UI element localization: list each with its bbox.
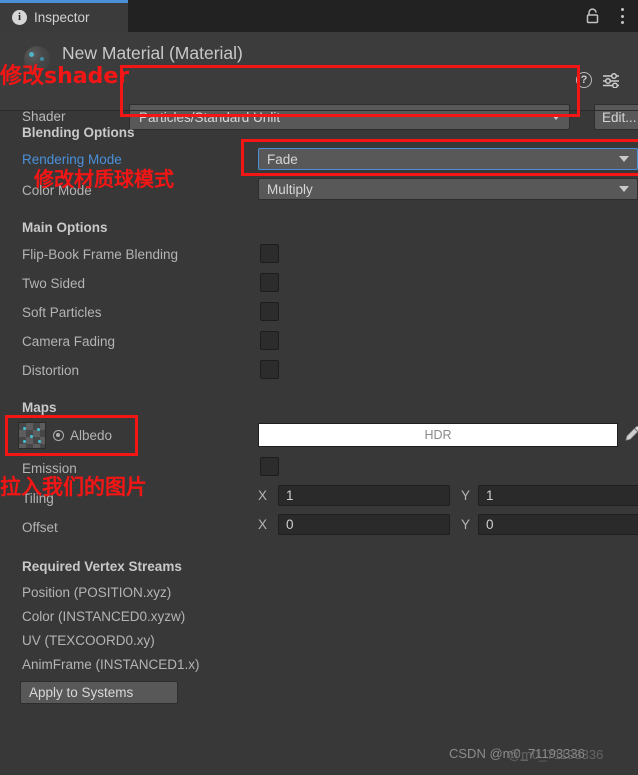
soft-particles-checkbox[interactable] (260, 302, 279, 321)
color-mode-dropdown[interactable]: Multiply (258, 178, 638, 200)
annotation-box-rendering-mode (241, 139, 638, 176)
camera-fading-checkbox[interactable] (260, 331, 279, 350)
preset-icon[interactable] (602, 72, 620, 89)
eyedropper-icon[interactable] (624, 424, 638, 445)
vertex-stream-item: AnimFrame (INSTANCED1.x) (22, 657, 200, 672)
two-sided-checkbox[interactable] (260, 273, 279, 292)
shader-label: Shader (22, 109, 66, 124)
inspector-window: i Inspector New Material (Material) ? Sh… (0, 0, 638, 775)
distortion-label: Distortion (22, 363, 80, 378)
annotation-text-albedo: 拉入我们的图片 (0, 475, 147, 499)
emission-checkbox[interactable] (260, 457, 279, 476)
annotation-text-rendering-mode: 修改材质球模式 (34, 167, 174, 191)
offset-x-axis-label: X (258, 517, 268, 532)
hdr-label: HDR (424, 428, 452, 442)
offset-label: Offset (22, 520, 58, 535)
offset-y-axis-label: Y (461, 517, 471, 532)
distortion-checkbox[interactable] (260, 360, 279, 379)
camera-fading-label: Camera Fading (22, 334, 116, 349)
kebab-menu-icon[interactable] (620, 8, 624, 24)
watermark-overlay: @m0_71193336 (508, 747, 604, 762)
window-tabbar: i Inspector (0, 0, 638, 32)
offset-x-input[interactable]: 0 (278, 514, 450, 535)
annotation-box-shader (120, 65, 580, 117)
offset-y-input[interactable]: 0 (478, 514, 638, 535)
main-options-title: Main Options (22, 220, 108, 235)
annotation-text-shader: 修改shader (0, 64, 130, 89)
soft-particles-label: Soft Particles (22, 305, 102, 320)
tiling-x-axis-label: X (258, 488, 268, 503)
tiling-x-input[interactable]: 1 (278, 485, 450, 506)
apply-to-systems-button[interactable]: Apply to Systems (20, 681, 178, 704)
maps-title: Maps (22, 400, 57, 415)
color-mode-value: Multiply (267, 181, 313, 197)
info-icon: i (12, 10, 27, 25)
annotation-box-albedo (5, 415, 138, 456)
vertex-stream-item: UV (TEXCOORD0.xy) (22, 633, 155, 648)
edit-button[interactable]: Edit... (594, 104, 638, 130)
flip-book-frame-blending-checkbox[interactable] (260, 244, 279, 263)
blending-options-title: Blending Options (22, 125, 135, 140)
vertex-stream-item: Position (POSITION.xyz) (22, 585, 172, 600)
lock-icon[interactable] (585, 8, 600, 24)
tab-inspector[interactable]: i Inspector (0, 0, 128, 32)
chevron-down-icon (619, 186, 629, 192)
tiling-y-input[interactable]: 1 (478, 485, 638, 506)
tiling-y-axis-label: Y (461, 488, 471, 503)
flip-book-frame-blending-label: Flip-Book Frame Blending (22, 247, 179, 262)
tab-inspector-label: Inspector (34, 10, 90, 25)
albedo-color-field[interactable]: HDR (258, 423, 618, 447)
vertex-stream-item: Color (INSTANCED0.xyzw) (22, 609, 186, 624)
vertex-streams-title: Required Vertex Streams (22, 559, 182, 574)
two-sided-label: Two Sided (22, 276, 86, 291)
